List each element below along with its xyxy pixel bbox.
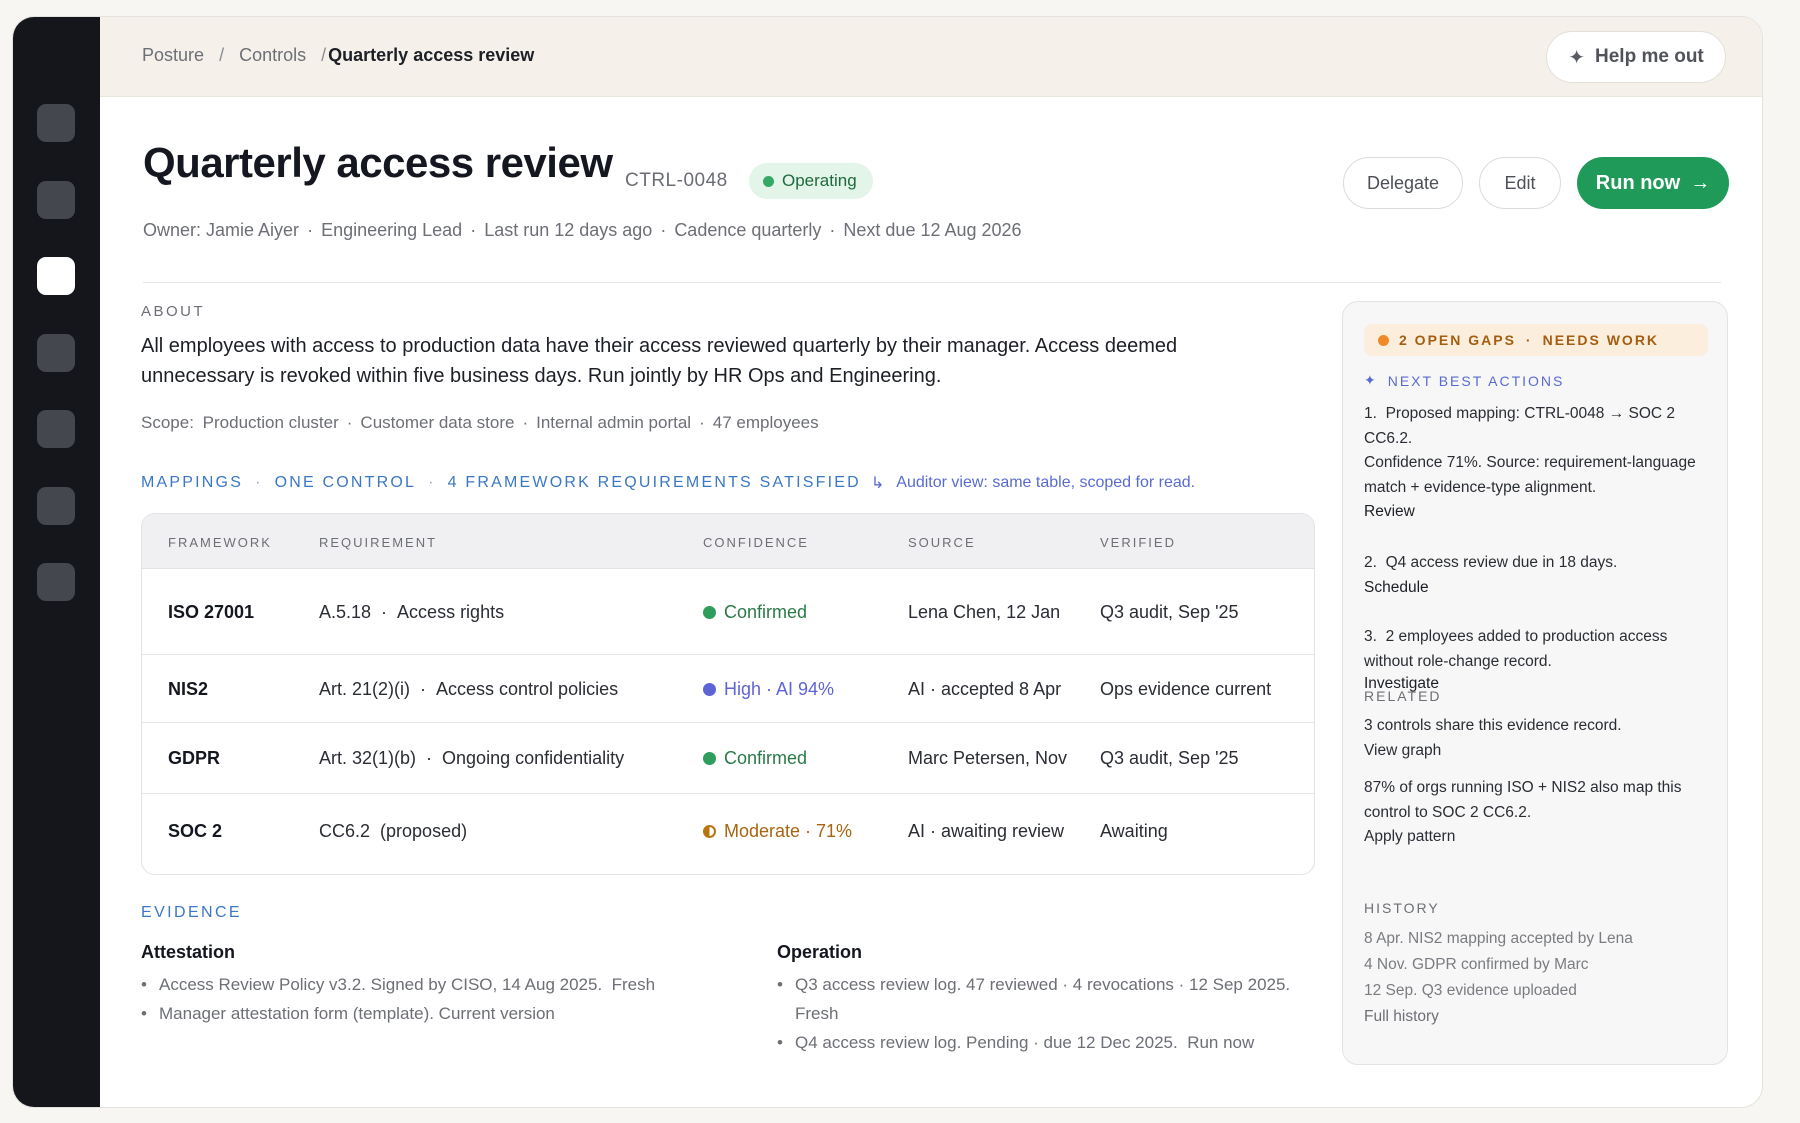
schedule-action[interactable]: Schedule: [1364, 576, 1714, 601]
top-bar: Posture / Controls / Quarterly access rev…: [100, 17, 1762, 97]
run-now-link[interactable]: Run now: [1187, 1033, 1254, 1052]
confirmed-dot-icon: [703, 752, 716, 765]
moderate-half-dot-icon: [703, 825, 716, 838]
ai-high-dot-icon: [703, 683, 716, 696]
header-divider: [143, 282, 1721, 283]
view-graph-link[interactable]: View graph: [1364, 739, 1714, 764]
history-item: 8 Apr. NIS2 mapping accepted by Lena: [1364, 930, 1633, 947]
history-label: HISTORY: [1364, 900, 1440, 916]
table-row[interactable]: SOC 2 CC6.2 (proposed) Moderate · 71% AI …: [142, 794, 1314, 872]
breadcrumb-posture[interactable]: Posture: [142, 45, 204, 65]
action-item-1: 1. Proposed mapping: CTRL-0048 → SOC 2 C…: [1364, 402, 1714, 525]
list-item[interactable]: Access Review Policy v3.2. Signed by CIS…: [141, 970, 741, 999]
evidence-label: EVIDENCE: [141, 904, 242, 921]
one-control-label: ONE CONTROL: [274, 474, 417, 491]
table-row[interactable]: ISO 27001 A.5.18 · Access rights Confirmed…: [142, 569, 1314, 655]
edit-button[interactable]: Edit: [1479, 157, 1561, 209]
scope-line: Scope: Production cluster · Customer data …: [141, 413, 819, 432]
breadcrumb-current: Quarterly access review: [328, 45, 535, 65]
history-list: 8 Apr. NIS2 mapping accepted by Lena 4 N…: [1364, 926, 1633, 1030]
related-label: RELATED: [1364, 688, 1442, 704]
action-item-3: 3. 2 employees added to production acces…: [1364, 625, 1714, 694]
related-item-2: 87% of orgs running ISO + NIS2 also map …: [1364, 776, 1714, 850]
col-verified: VERIFIED: [1100, 535, 1176, 550]
list-item[interactable]: Q3 access review log. 47 reviewed · 4 re…: [777, 970, 1317, 1028]
delegate-button[interactable]: Delegate: [1343, 157, 1463, 209]
control-id: CTRL-0048: [625, 170, 728, 191]
table-header: FRAMEWORK REQUIREMENT CONFIDENCE SOURCE …: [142, 514, 1314, 569]
sidebar-item-2[interactable]: [37, 181, 75, 219]
col-requirement: REQUIREMENT: [319, 535, 438, 550]
review-action[interactable]: Review: [1364, 500, 1714, 525]
history-item: 12 Sep. Q3 evidence uploaded: [1364, 982, 1577, 999]
mappings-table: FRAMEWORK REQUIREMENT CONFIDENCE SOURCE …: [141, 513, 1315, 875]
sidebar-item-4[interactable]: [37, 334, 75, 372]
warning-dot-icon: [1378, 334, 1389, 346]
table-row[interactable]: GDPR Art. 32(1)(b) · Ongoing confidentiali…: [142, 723, 1314, 794]
sidebar-item-1[interactable]: [37, 104, 75, 142]
return-arrow-icon: ↳: [870, 475, 885, 492]
table-row[interactable]: NIS2 Art. 21(2)(i) · Access control polici…: [142, 655, 1314, 723]
attestation-title: Attestation: [141, 942, 235, 962]
attestation-list: Access Review Policy v3.2. Signed by CIS…: [141, 970, 741, 1028]
breadcrumb: Posture / Controls / Quarterly access rev…: [142, 45, 535, 65]
sparkle-icon: ✦: [1364, 372, 1378, 388]
history-item: 4 Nov. GDPR confirmed by Marc: [1364, 956, 1589, 973]
mappings-label: MAPPINGS: [141, 474, 244, 491]
list-item[interactable]: Manager attestation form (template). Cur…: [141, 999, 741, 1028]
breadcrumb-controls[interactable]: Controls: [239, 45, 306, 65]
sidebar-rail: [13, 17, 100, 1107]
sidebar-item-5[interactable]: [37, 410, 75, 448]
full-history-link[interactable]: Full history: [1364, 1004, 1633, 1030]
col-framework: FRAMEWORK: [168, 535, 272, 550]
help-me-out-button[interactable]: ✦ Help me out: [1546, 31, 1726, 83]
auditor-view-link[interactable]: Auditor view: same table, scoped for rea…: [896, 474, 1195, 492]
run-now-button[interactable]: Run now →: [1577, 157, 1729, 209]
control-meta: Owner: Jamie Aiyer · Engineering Lead · Last…: [143, 220, 1022, 240]
about-label: ABOUT: [141, 303, 206, 320]
apply-pattern-link[interactable]: Apply pattern: [1364, 825, 1714, 850]
insights-panel: 2 OPEN GAPS · NEEDS WORK ✦ NEXT BEST ACT…: [1342, 301, 1728, 1065]
sparkle-icon: ✦: [1568, 46, 1586, 69]
page-title: Quarterly access review: [143, 139, 613, 186]
mappings-header: MAPPINGS · ONE CONTROL · 4 FRAMEWORK REQ…: [141, 474, 1196, 492]
status-dot-icon: [763, 175, 774, 187]
sidebar-item-7[interactable]: [37, 563, 75, 601]
open-gaps-badge[interactable]: 2 OPEN GAPS · NEEDS WORK: [1364, 324, 1708, 356]
related-item-1: 3 controls share this evidence record. V…: [1364, 714, 1714, 763]
col-confidence: CONFIDENCE: [703, 535, 809, 550]
operation-title: Operation: [777, 942, 863, 962]
about-description: All employees with access to production …: [141, 335, 1178, 387]
operation-list: Q3 access review log. 47 reviewed · 4 re…: [777, 970, 1317, 1057]
satisfied-label: 4 FRAMEWORK REQUIREMENTS SATISFIED: [447, 474, 861, 491]
list-item[interactable]: Q4 access review log. Pending · due 12 D…: [777, 1028, 1317, 1057]
action-item-2: 2. Q4 access review due in 18 days. Sche…: [1364, 551, 1714, 600]
confirmed-dot-icon: [703, 606, 716, 619]
col-source: SOURCE: [908, 535, 976, 550]
app-window: Posture / Controls / Quarterly access rev…: [12, 16, 1763, 1108]
sidebar-item-controls[interactable]: [37, 257, 75, 295]
help-button-label: Help me out: [1595, 46, 1704, 67]
status-badge: Operating: [749, 163, 873, 199]
next-best-actions-label: ✦ NEXT BEST ACTIONS: [1364, 372, 1565, 389]
arrow-right-icon: →: [1690, 171, 1711, 194]
sidebar-item-6[interactable]: [37, 487, 75, 525]
